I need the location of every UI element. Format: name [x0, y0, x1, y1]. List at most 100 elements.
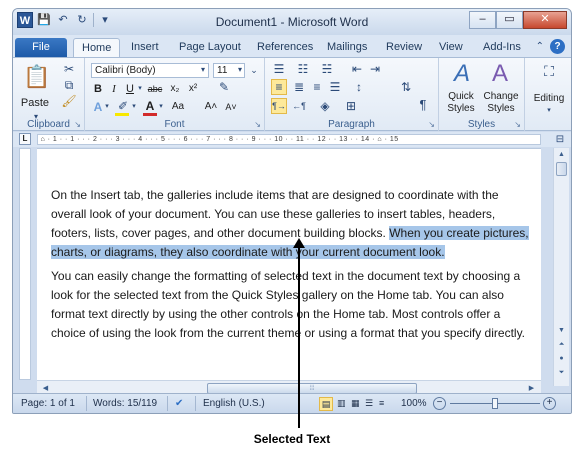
zoom-level[interactable]: 100%: [401, 398, 427, 409]
tab-home[interactable]: Home: [73, 38, 121, 57]
tab-add-ins[interactable]: Add-Ins: [475, 38, 529, 57]
shrink-font-button[interactable]: A˅: [223, 100, 239, 114]
copy-icon[interactable]: ⧉: [61, 78, 77, 92]
increase-indent-icon[interactable]: ⇥: [367, 62, 383, 76]
bullets-icon[interactable]: ☰: [271, 62, 287, 76]
web-layout-icon[interactable]: ▦: [351, 398, 360, 409]
minimize-button[interactable]: –: [469, 11, 496, 29]
tab-view[interactable]: View: [431, 38, 471, 57]
change-styles-button[interactable]: Change Styles: [481, 91, 521, 115]
quick-styles-label-1: Quick: [448, 91, 474, 102]
align-left-icon[interactable]: ≡: [271, 79, 287, 95]
quick-styles-icon[interactable]: A: [447, 60, 477, 88]
underline-button[interactable]: U: [123, 82, 137, 96]
styles-label: Styles: [467, 119, 496, 130]
paste-button[interactable]: Paste: [19, 96, 51, 110]
line-spacing-icon[interactable]: ↕: [351, 80, 367, 94]
view-ruler-icon[interactable]: ⊟: [553, 133, 567, 147]
text-effects-dropdown-icon[interactable]: ▾: [103, 100, 111, 114]
maximize-button[interactable]: ▭: [496, 11, 523, 29]
superscript-button[interactable]: x²: [185, 82, 201, 96]
paragraph-2[interactable]: You can easily change the formatting of …: [51, 267, 537, 343]
tab-review[interactable]: Review: [378, 38, 430, 57]
bold-button[interactable]: B: [91, 82, 105, 96]
decrease-indent-icon[interactable]: ⇤: [349, 62, 365, 76]
tab-selector-icon[interactable]: L: [19, 133, 31, 145]
zoom-in-icon[interactable]: +: [543, 397, 556, 410]
strikethrough-button[interactable]: abc: [145, 82, 165, 96]
paragraph-1[interactable]: On the Insert tab, the galleries include…: [51, 186, 537, 262]
editing-dropdown-icon[interactable]: ▾: [545, 104, 553, 118]
tab-mailings[interactable]: Mailings: [319, 38, 375, 57]
tab-file[interactable]: File: [15, 38, 67, 57]
font-name-dropdown-icon[interactable]: ▾: [198, 63, 208, 77]
quick-styles-button[interactable]: Quick Styles: [441, 91, 481, 115]
change-case-button[interactable]: Aa: [169, 100, 187, 114]
tab-page-layout[interactable]: Page Layout: [171, 38, 249, 57]
print-layout-icon[interactable]: ▤: [319, 397, 333, 411]
highlight-icon[interactable]: ✐: [115, 99, 131, 113]
help-icon[interactable]: ?: [550, 39, 565, 54]
align-center-icon[interactable]: ≣: [291, 80, 307, 94]
vertical-ruler[interactable]: [19, 148, 31, 380]
numbering-icon[interactable]: ☷: [295, 62, 311, 76]
font-color-icon[interactable]: A: [143, 99, 157, 113]
font-color-dropdown-icon[interactable]: ▾: [157, 100, 165, 114]
show-hide-icon[interactable]: ¶: [417, 98, 429, 112]
highlight-dropdown-icon[interactable]: ▾: [130, 100, 138, 114]
font-dropdown-arrow-icon[interactable]: ⌄: [248, 63, 260, 77]
rtl-icon[interactable]: ←¶: [291, 99, 307, 113]
scroll-down-icon[interactable]: ▼: [555, 324, 568, 337]
scroll-up-icon[interactable]: ▲: [555, 148, 568, 161]
underline-dropdown-icon[interactable]: ▾: [136, 82, 144, 96]
font-name-select[interactable]: Calibri (Body): [91, 63, 209, 78]
subscript-button[interactable]: x₂: [167, 82, 183, 96]
word-window: W 💾 ↶ ↻ ▾ Document1 - Microsoft Word – ▭…: [12, 8, 572, 414]
word-count[interactable]: Words: 15/119: [93, 398, 157, 409]
multilevel-list-icon[interactable]: ☵: [319, 62, 335, 76]
proofing-icon[interactable]: ✔: [175, 398, 183, 409]
sort-icon[interactable]: ⇅: [399, 80, 413, 94]
styles-launcher-icon[interactable]: ↘: [514, 120, 521, 129]
page-count[interactable]: Page: 1 of 1: [21, 398, 75, 409]
tab-insert[interactable]: Insert: [123, 38, 167, 57]
tab-references[interactable]: References: [249, 38, 321, 57]
font-size-dropdown-icon[interactable]: ▾: [235, 63, 245, 77]
highlight-color-swatch: [115, 113, 129, 116]
grow-font-button[interactable]: A˄: [203, 100, 219, 114]
zoom-slider-thumb[interactable]: [492, 398, 498, 409]
ltr-icon[interactable]: ¶→: [271, 98, 287, 114]
clipboard-launcher-icon[interactable]: ↘: [74, 120, 81, 129]
align-right-icon[interactable]: ≡: [309, 80, 325, 94]
borders-icon[interactable]: ⊞: [343, 99, 359, 113]
cut-icon[interactable]: ✂: [61, 62, 77, 76]
justify-icon[interactable]: ☰: [327, 80, 343, 94]
format-painter-icon[interactable]: 🖌: [61, 94, 77, 108]
annotation-arrow: [298, 243, 300, 428]
font-launcher-icon[interactable]: ↘: [254, 120, 261, 129]
binoculars-icon[interactable]: ⛶: [539, 64, 559, 78]
paragraph-label: Paragraph: [328, 119, 375, 130]
language[interactable]: English (U.S.): [203, 398, 265, 409]
scroll-thumb[interactable]: [556, 162, 567, 176]
horizontal-ruler[interactable]: ⌂ · 1 · · 1 · · · 2 · · · 3 · · · 4 · · …: [37, 134, 541, 145]
change-styles-icon[interactable]: A: [485, 60, 515, 88]
vertical-scrollbar[interactable]: ▲ ⏶ ● ⏷ ▼: [553, 148, 569, 386]
full-screen-reading-icon[interactable]: ▥: [337, 398, 346, 409]
clear-formatting-icon[interactable]: ✎: [215, 80, 233, 94]
paragraph-launcher-icon[interactable]: ↘: [428, 120, 435, 129]
close-button[interactable]: ✕: [523, 11, 567, 29]
document-page[interactable]: On the Insert tab, the galleries include…: [37, 148, 541, 380]
outline-icon[interactable]: ☰: [365, 398, 373, 409]
draft-icon[interactable]: ≡: [379, 398, 384, 408]
previous-page-icon[interactable]: ⏶: [555, 338, 568, 351]
ruler-row: L ⌂ · 1 · · 1 · · · 2 · · · 3 · · · 4 · …: [13, 132, 571, 147]
italic-button[interactable]: I: [107, 82, 121, 96]
zoom-out-icon[interactable]: −: [433, 397, 446, 410]
minimize-ribbon-icon[interactable]: ⌃: [536, 41, 544, 52]
status-divider: [195, 396, 196, 411]
shading-icon[interactable]: ◈: [317, 99, 333, 113]
next-page-icon[interactable]: ⏷: [555, 366, 568, 379]
select-browse-object-icon[interactable]: ●: [555, 352, 568, 365]
paste-icon[interactable]: 📋: [23, 62, 50, 92]
